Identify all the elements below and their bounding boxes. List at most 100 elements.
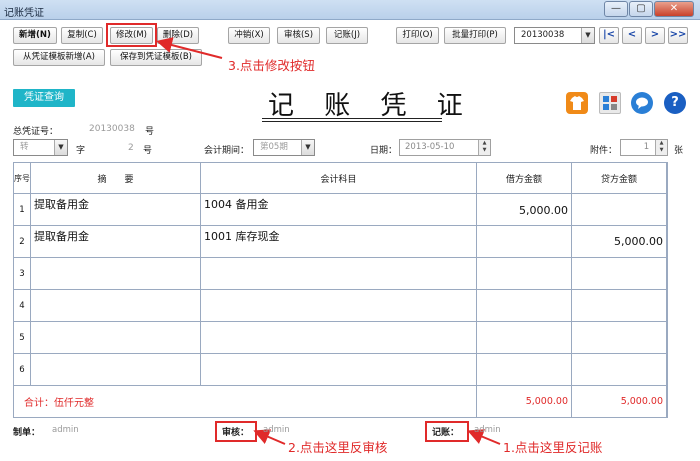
row-summary[interactable]: 提取备用金 [30,225,201,258]
nav-last-button[interactable]: >> [668,27,688,44]
row-debit[interactable] [476,257,572,290]
voucher-table: 序号 摘 要 会计科目 借方金额 贷方金额 1 提取备用金 1004 备用金 5… [13,162,668,418]
period-label: 会计期间： [204,146,250,156]
voucher-type-select[interactable]: 转 ▼ [13,139,68,156]
new-from-template-button[interactable]: 从凭证模板新增(A) [13,49,105,66]
window-controls: — ▢ ✕ [603,1,694,17]
date-field[interactable]: 2013-05-10 ▲ ▼ [399,139,491,156]
batch-print-button[interactable]: 批量打印(P) [444,27,506,44]
reverse-button[interactable]: 冲销(X) [228,27,270,44]
table-row[interactable]: 5 [13,321,668,354]
row-summary[interactable]: 提取备用金 [30,193,201,226]
nav-first-button[interactable]: |< [599,27,619,44]
total-no-value: 20130038 [89,124,135,134]
number-suffix: 号 [143,146,153,156]
delete-button[interactable]: 删除(D) [157,27,199,44]
period-value: 第05期 [260,142,288,152]
row-account[interactable] [200,321,477,354]
row-credit[interactable] [571,193,667,226]
close-button[interactable]: ✕ [654,1,694,17]
row-seq: 1 [13,193,31,226]
chevron-down-icon: ▼ [54,140,67,155]
table-row[interactable]: 2 提取备用金 1001 库存现金 5,000.00 [13,225,668,258]
row-credit[interactable] [571,353,667,386]
scrollbar-track[interactable] [666,162,668,194]
audit-button[interactable]: 审核(S) [277,27,320,44]
row-credit[interactable] [571,289,667,322]
period-select[interactable]: 第05期 ▼ [253,139,315,156]
nav-prev-button[interactable]: < [622,27,642,44]
row-account[interactable] [200,353,477,386]
row-credit[interactable] [571,321,667,354]
chat-icon[interactable] [631,92,653,114]
title-underline-top [262,118,442,119]
calculator-icon[interactable] [599,92,621,114]
total-no-suffix: 号 [145,127,155,137]
maker-label: 制单： [13,428,41,438]
total-row: 合计：伍仟元整 5,000.00 5,000.00 [13,385,668,418]
row-debit[interactable] [476,225,572,258]
attach-value: 1 [643,142,650,152]
row-seq: 2 [13,225,31,258]
save-to-template-button[interactable]: 保存到凭证模板(B) [110,49,202,66]
annotation-step1: 1.点击这里反记账 [503,440,603,455]
voucher-query-tag[interactable]: 凭证查询 [13,89,75,107]
row-summary[interactable] [30,289,201,322]
maximize-button[interactable]: ▢ [629,1,653,17]
attach-label: 附件： [590,146,618,156]
spinner-icon[interactable]: ▲ ▼ [655,140,667,155]
row-debit[interactable] [476,353,572,386]
header-debit: 借方金额 [476,162,572,194]
window-titlebar: 记账凭证 — ▢ ✕ [0,0,700,20]
auditor-value: admin [263,425,290,435]
header-credit: 贷方金额 [571,162,667,194]
total-debit: 5,000.00 [476,385,572,418]
print-button[interactable]: 打印(O) [396,27,439,44]
poster-label[interactable]: 记账： [432,425,459,438]
table-row[interactable]: 1 提取备用金 1004 备用金 5,000.00 [13,193,668,226]
row-debit[interactable]: 5,000.00 [476,193,572,226]
modify-highlight-box [106,23,157,47]
row-seq: 6 [13,353,31,386]
post-button[interactable]: 记账(J) [326,27,368,44]
row-seq: 3 [13,257,31,290]
copy-button[interactable]: 复制(C) [61,27,103,44]
total-label: 合计：伍仟元整 [13,385,477,418]
attach-suffix: 张 [674,146,684,156]
nav-next-button[interactable]: > [645,27,665,44]
table-row[interactable]: 3 [13,257,668,290]
header-summary: 摘 要 [30,162,201,194]
row-debit[interactable] [476,289,572,322]
date-label: 日期： [370,146,398,156]
annotation-step3: 3.点击修改按钮 [228,58,315,73]
table-row[interactable]: 4 [13,289,668,322]
row-credit[interactable] [571,257,667,290]
poster-value: admin [474,425,501,435]
voucher-select-value: 20130038 [521,30,565,40]
row-summary[interactable] [30,321,201,354]
date-value: 2013-05-10 [405,142,455,152]
minimize-button[interactable]: — [604,1,628,17]
voucher-select[interactable]: 20130038 ▼ [514,27,595,44]
attach-field[interactable]: 1 ▲ ▼ [620,139,668,156]
row-account[interactable] [200,289,477,322]
row-account[interactable]: 1004 备用金 [200,193,477,226]
row-debit[interactable] [476,321,572,354]
spinner-icon[interactable]: ▲ ▼ [478,140,490,155]
header-account: 会计科目 [200,162,477,194]
help-icon[interactable]: ? [664,92,686,114]
shirt-icon[interactable] [566,92,588,114]
voucher-type-value: 转 [20,142,29,152]
header-seq: 序号 [13,162,31,194]
row-summary[interactable] [30,353,201,386]
row-account[interactable]: 1001 库存现金 [200,225,477,258]
row-credit[interactable]: 5,000.00 [571,225,667,258]
auditor-label[interactable]: 审核： [222,425,249,438]
voucher-number: 2 [128,143,134,153]
row-summary[interactable] [30,257,201,290]
table-row[interactable]: 6 [13,353,668,386]
chevron-down-icon: ▼ [301,140,314,155]
row-account[interactable] [200,257,477,290]
maker-value: admin [52,425,79,435]
new-button[interactable]: 新增(N) [13,27,57,44]
